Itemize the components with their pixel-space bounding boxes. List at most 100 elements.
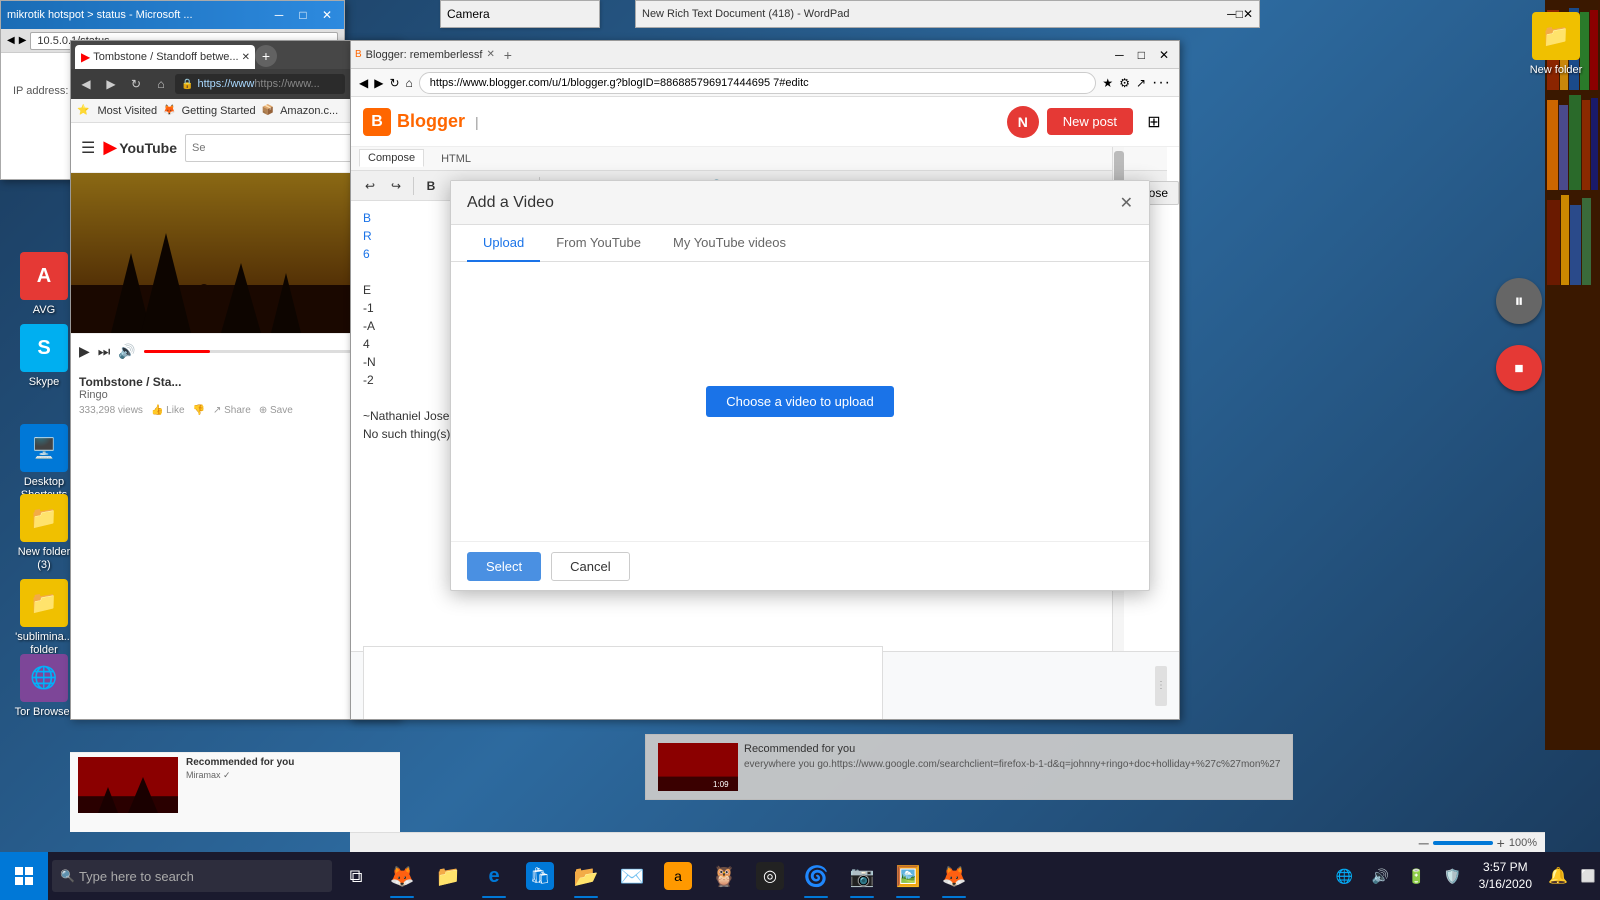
yt-menu-icon[interactable]: ☰: [81, 138, 95, 158]
getting-started-link[interactable]: Getting Started: [182, 105, 256, 117]
zoom-slider[interactable]: [1433, 841, 1493, 845]
battery-icon[interactable]: 🔋: [1399, 852, 1435, 900]
amazon-link[interactable]: Amazon.c...: [280, 105, 338, 117]
modal-close-btn[interactable]: ✕: [1120, 193, 1133, 213]
most-visited-link[interactable]: Most Visited: [97, 105, 157, 117]
notification-btn[interactable]: 🔔: [1540, 852, 1576, 900]
home-btn[interactable]: ⌂: [150, 73, 172, 95]
blogger-tab-close[interactable]: ✕: [486, 49, 494, 60]
blogger-forward-btn[interactable]: ▶: [374, 76, 383, 90]
avg-icon: A: [20, 252, 68, 300]
mikrotik-maximize-btn[interactable]: □: [292, 6, 314, 24]
yt-progress-bar[interactable]: [144, 350, 364, 353]
recording-stop-btn[interactable]: ⏹: [1496, 345, 1542, 391]
bold-btn[interactable]: B: [420, 175, 442, 197]
editor-link-2[interactable]: R: [363, 229, 372, 243]
modal-tab-upload[interactable]: Upload: [467, 225, 540, 262]
tripadvisor-icon: 🦉: [710, 862, 738, 890]
blogger-resize-handle[interactable]: ⋮: [1155, 666, 1167, 706]
zoom-minus-btn[interactable]: ─: [1419, 835, 1429, 851]
mikrotik-close-btn[interactable]: ✕: [316, 6, 338, 24]
modal-tab-from-youtube[interactable]: From YouTube: [540, 225, 657, 262]
browser-url-bar[interactable]: 🔒 https://www https://www...: [175, 74, 345, 94]
blogger-tools-btn[interactable]: ⚙: [1119, 76, 1130, 90]
taskbar-edge[interactable]: e: [472, 852, 516, 900]
blogger-back-btn[interactable]: ◀: [359, 76, 368, 90]
show-desktop-btn[interactable]: ⬜: [1576, 852, 1600, 900]
refresh-btn[interactable]: ↻: [125, 73, 147, 95]
blogger-comment-input[interactable]: [363, 646, 883, 721]
modal-header: Add a Video ✕: [451, 181, 1149, 225]
new-folder-3-icon: 📁: [20, 494, 68, 542]
yt-rec-info: Recommended for you Miramax ✓: [186, 757, 294, 813]
taskbar-firefox2[interactable]: 🌀: [794, 852, 838, 900]
editor-link-1[interactable]: B: [363, 211, 371, 225]
taskbar-explorer[interactable]: 📁: [426, 852, 470, 900]
modal-tab-my-youtube[interactable]: My YouTube videos: [657, 225, 802, 262]
blogger-refresh-btn[interactable]: ↻: [389, 76, 399, 90]
taskbar-mail[interactable]: ✉️: [610, 852, 654, 900]
taskbar-photos[interactable]: 🖼️: [886, 852, 930, 900]
html-tab[interactable]: HTML: [432, 150, 480, 168]
start-btn[interactable]: [0, 852, 48, 900]
modal-select-btn[interactable]: Select: [467, 552, 541, 581]
wordpad-close-btn[interactable]: ✕: [1243, 7, 1253, 21]
blogger-more-btn[interactable]: ···: [1152, 74, 1171, 92]
blogger-maximize-btn[interactable]: □: [1132, 48, 1151, 62]
security-icon[interactable]: 🛡️: [1435, 852, 1471, 900]
volume-icon[interactable]: 🔊: [1363, 852, 1399, 900]
taskbar-search[interactable]: 🔍 Type here to search: [52, 860, 332, 892]
new-tab-btn-blogger[interactable]: +: [499, 46, 517, 64]
youtube-tab[interactable]: ▶ Tombstone / Standoff betwe... ✕: [75, 45, 255, 69]
yt-rec-thumb[interactable]: 1:09: [78, 757, 178, 813]
taskbar-clock[interactable]: 3:57 PM 3/16/2020: [1471, 852, 1540, 900]
yt-save-btn[interactable]: ⊕ Save: [259, 405, 293, 416]
firefox2-indicator: [804, 896, 828, 898]
blogger-grid-btn[interactable]: ⊞: [1141, 109, 1167, 135]
blogger-url-display[interactable]: https://www.blogger.com/u/1/blogger.g?bl…: [419, 72, 1097, 94]
recording-pause-btn[interactable]: ⏸: [1496, 278, 1542, 324]
blogger-new-post-btn[interactable]: New post: [1047, 108, 1133, 135]
modal-cancel-btn[interactable]: Cancel: [551, 552, 629, 581]
taskbar-firefox3[interactable]: 🦊: [932, 852, 976, 900]
blogger-blog-title-input[interactable]: [485, 114, 685, 130]
wordpad-minimize-btn[interactable]: ─: [1227, 7, 1236, 21]
back-btn[interactable]: ◀: [75, 73, 97, 95]
blogger-minimize-btn[interactable]: ─: [1109, 48, 1130, 62]
mikrotik-forward-btn[interactable]: ▶: [19, 35, 27, 46]
taskbar-store[interactable]: 🛍: [518, 852, 562, 900]
zoom-plus-btn[interactable]: +: [1497, 835, 1505, 851]
redo-btn[interactable]: ↪: [385, 175, 407, 197]
blogger-favorites-btn[interactable]: ★: [1102, 76, 1113, 90]
yt-share-btn[interactable]: ↗ Share: [213, 405, 251, 416]
blogger-close-btn[interactable]: ✕: [1153, 48, 1175, 62]
yt-volume-btn[interactable]: 🔊: [118, 343, 135, 360]
search-placeholder: Type here to search: [79, 869, 194, 884]
blogger-home-btn[interactable]: ⌂: [406, 76, 413, 90]
user-avatar[interactable]: N: [1007, 106, 1039, 138]
wordpad-maximize-btn[interactable]: □: [1236, 7, 1243, 21]
taskbar-tripadvisor[interactable]: 🦉: [702, 852, 746, 900]
mikrotik-minimize-btn[interactable]: ─: [268, 6, 290, 24]
blogger-share-btn[interactable]: ↗: [1136, 76, 1146, 90]
taskbar-camera[interactable]: 📷: [840, 852, 884, 900]
taskbar-file-mgr[interactable]: 📂: [564, 852, 608, 900]
yt-play-btn[interactable]: ▶: [79, 343, 90, 360]
compose-tab[interactable]: Compose: [359, 149, 424, 167]
youtube-tab-close[interactable]: ✕: [242, 52, 250, 63]
yt-rec-channel: Miramax ✓: [186, 770, 294, 781]
task-view-btn[interactable]: ⧉: [336, 852, 376, 900]
forward-btn[interactable]: ▶: [100, 73, 122, 95]
new-tab-btn[interactable]: +: [255, 45, 277, 67]
taskbar-vault[interactable]: ◎: [748, 852, 792, 900]
mikrotik-back-btn[interactable]: ◀: [7, 35, 15, 46]
editor-link-3[interactable]: 6: [363, 247, 370, 261]
taskbar-amazon[interactable]: a: [656, 852, 700, 900]
yt-skip-btn[interactable]: ⏭: [98, 343, 111, 360]
desktop-icon-new-folder-top[interactable]: 📁 New folder: [1520, 8, 1592, 81]
choose-video-btn[interactable]: Choose a video to upload: [706, 386, 893, 417]
taskbar-firefox[interactable]: 🦊: [380, 852, 424, 900]
modal-tabs: Upload From YouTube My YouTube videos: [451, 225, 1149, 262]
undo-btn[interactable]: ↩: [359, 175, 381, 197]
network-icon[interactable]: 🌐: [1327, 852, 1363, 900]
